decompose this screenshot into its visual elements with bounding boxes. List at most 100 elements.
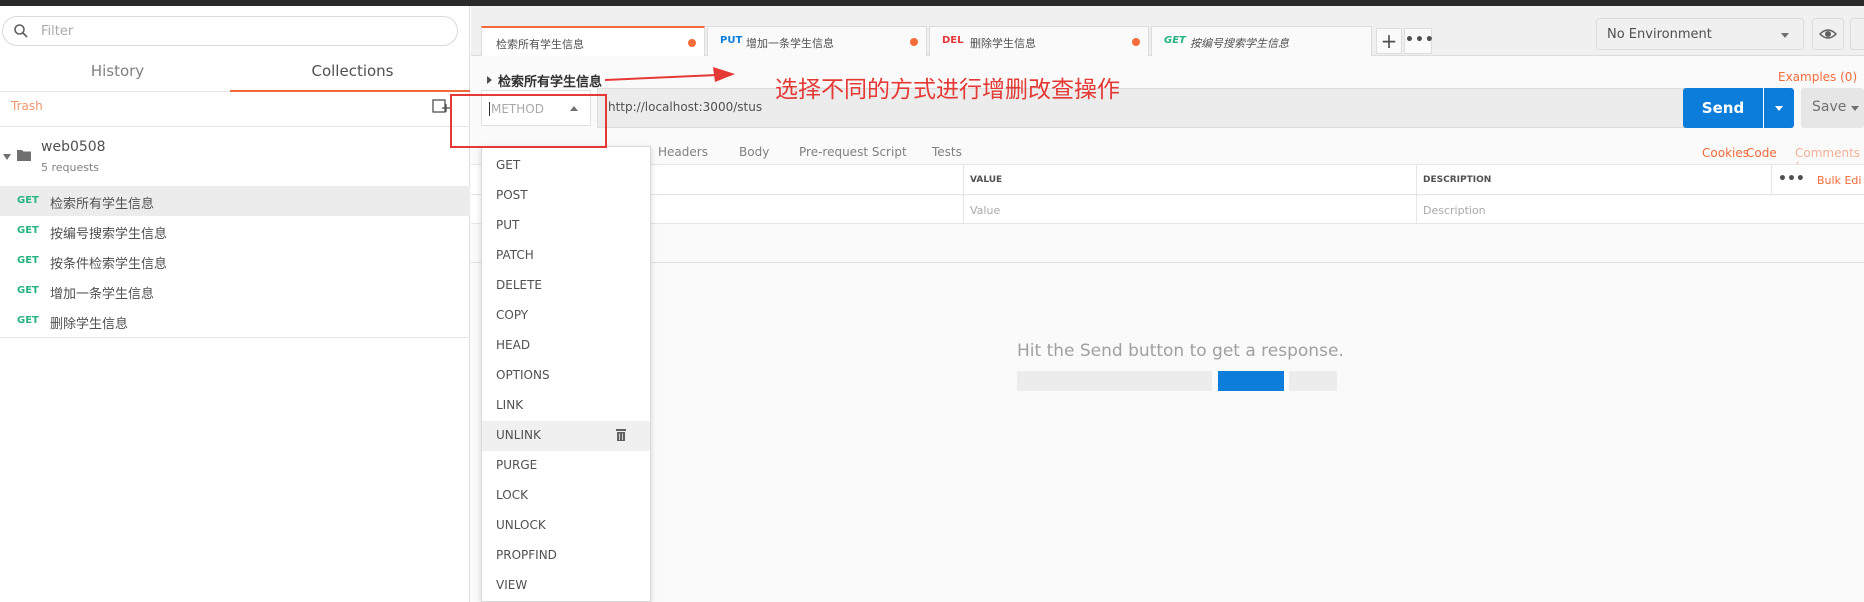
option-label: LOCK: [496, 488, 528, 502]
expand-caret-icon[interactable]: [487, 76, 492, 84]
method-option-link[interactable]: LINK: [482, 391, 650, 421]
trash-icon[interactable]: [616, 429, 626, 441]
tab-method: PUT: [720, 35, 743, 46]
bulk-edit-link[interactable]: Bulk Edi: [1817, 174, 1861, 187]
method-option-options[interactable]: OPTIONS: [482, 361, 650, 391]
request-tab[interactable]: PUT 增加一条学生信息: [707, 26, 927, 56]
method-option-post[interactable]: POST: [482, 181, 650, 211]
tab-method: DEL: [942, 35, 964, 46]
request-name: 按编号搜索学生信息: [50, 227, 168, 242]
trash-link[interactable]: Trash: [11, 99, 43, 113]
request-method: GET: [17, 315, 39, 326]
filter-placeholder: Filter: [41, 24, 74, 39]
tab-pre-request-script[interactable]: Pre-request Script: [799, 145, 907, 159]
folder-icon: [17, 150, 31, 161]
tab-body[interactable]: Body: [739, 145, 769, 159]
option-label: PURGE: [496, 458, 538, 472]
chevron-down-icon: [1775, 106, 1783, 111]
option-label: VIEW: [496, 578, 528, 592]
method-option-unlock[interactable]: UNLOCK: [482, 511, 650, 541]
collection-request-count: 5 requests: [41, 161, 100, 174]
tab-history[interactable]: History: [0, 52, 235, 92]
option-label: COPY: [496, 308, 529, 322]
collapse-caret-icon[interactable]: [3, 154, 11, 160]
method-option-head[interactable]: HEAD: [482, 331, 650, 361]
method-option-delete[interactable]: DELETE: [482, 271, 650, 301]
annotation-highlight-box: [450, 94, 607, 148]
option-label: PATCH: [496, 248, 534, 262]
collection-name[interactable]: web0508: [41, 139, 106, 155]
examples-link[interactable]: Examples (0): [1778, 70, 1857, 84]
filter-input[interactable]: Filter: [2, 16, 458, 46]
option-label: OPTIONS: [496, 368, 550, 382]
request-method: GET: [17, 255, 39, 266]
response-hint: Hit the Send button to get a response.: [1017, 341, 1344, 361]
divider: [0, 337, 470, 338]
list-item[interactable]: GET 增加一条学生信息: [0, 276, 470, 306]
request-name: 检索所有学生信息: [50, 197, 155, 212]
tab-collections[interactable]: Collections: [235, 52, 470, 92]
list-item[interactable]: GET 按条件检索学生信息: [0, 246, 470, 276]
tab-tests[interactable]: Tests: [932, 145, 962, 159]
value-input[interactable]: Value: [970, 204, 1000, 217]
tab-headers[interactable]: Headers: [658, 145, 708, 159]
option-label: DELETE: [496, 278, 543, 292]
unsaved-dot: [1132, 38, 1140, 46]
annotation-arrow-icon: [605, 67, 735, 82]
divider: [963, 165, 964, 224]
divider: [1416, 165, 1417, 224]
environment-quicklook-button[interactable]: [1812, 18, 1844, 50]
method-option-copy[interactable]: COPY: [482, 301, 650, 331]
method-option-view[interactable]: VIEW: [482, 571, 650, 601]
table-row: Value Description: [471, 196, 1864, 224]
list-item[interactable]: GET 删除学生信息: [0, 306, 470, 336]
save-label: Save: [1812, 99, 1847, 115]
send-options-button[interactable]: [1764, 88, 1794, 128]
code-link[interactable]: Code: [1746, 146, 1777, 160]
chevron-down-icon: [1851, 106, 1859, 111]
request-method: GET: [17, 195, 39, 206]
description-input[interactable]: Description: [1423, 204, 1486, 217]
request-method: GET: [17, 225, 39, 236]
method-dropdown: GET POST PUT PATCH DELETE COPY HEAD OPTI…: [481, 146, 651, 602]
placeholder-bar: [1017, 371, 1212, 391]
save-button[interactable]: Save: [1801, 88, 1864, 128]
request-tab[interactable]: GET 按编号搜索学生信息: [1151, 26, 1372, 56]
new-collection-icon[interactable]: [432, 98, 450, 114]
method-option-patch[interactable]: PATCH: [482, 241, 650, 271]
unsaved-dot: [910, 38, 918, 46]
active-tab-underline: [230, 90, 470, 92]
method-option-propfind[interactable]: PROPFIND: [482, 541, 650, 571]
more-options-icon[interactable]: •••: [1778, 171, 1805, 187]
method-option-lock[interactable]: LOCK: [482, 481, 650, 511]
list-item[interactable]: GET 按编号搜索学生信息: [0, 216, 470, 246]
cookies-link[interactable]: Cookies: [1702, 146, 1749, 160]
chevron-down-icon: [1781, 33, 1789, 38]
url-value: http://localhost:3000/stus: [608, 100, 763, 114]
send-button[interactable]: Send: [1683, 88, 1763, 128]
params-table-header: VALUE DESCRIPTION ••• Bulk Edi: [471, 165, 1864, 195]
more-tabs-button[interactable]: •••: [1404, 28, 1434, 54]
environment-select[interactable]: No Environment: [1596, 18, 1804, 50]
option-label: PUT: [496, 218, 520, 232]
column-header-description: DESCRIPTION: [1423, 175, 1492, 185]
url-input[interactable]: http://localhost:3000/stus: [597, 88, 1743, 128]
request-tab[interactable]: 检索所有学生信息: [481, 26, 705, 56]
request-title[interactable]: 检索所有学生信息: [498, 71, 602, 90]
sidebar: Filter History Collections Trash web0508…: [0, 6, 470, 602]
method-option-get[interactable]: GET: [482, 151, 650, 181]
option-label: POST: [496, 188, 528, 202]
request-name: 增加一条学生信息: [50, 287, 155, 302]
method-option-unlink[interactable]: UNLINK: [482, 421, 650, 451]
list-item[interactable]: GET 检索所有学生信息: [0, 186, 470, 216]
request-tab[interactable]: DEL 删除学生信息: [929, 26, 1149, 56]
new-tab-button[interactable]: +: [1376, 28, 1402, 54]
annotation-text: 选择不同的方式进行增删改查操作: [775, 77, 1120, 103]
method-option-put[interactable]: PUT: [482, 211, 650, 241]
tab-name: 按编号搜索学生信息: [1190, 37, 1289, 50]
request-tabs-bar: 检索所有学生信息 PUT 增加一条学生信息 DEL 删除学生信息 GET 按编号…: [471, 6, 1864, 56]
manage-environments-button[interactable]: [1850, 18, 1864, 50]
main-panel: 检索所有学生信息 PUT 增加一条学生信息 DEL 删除学生信息 GET 按编号…: [471, 6, 1864, 602]
method-option-purge[interactable]: PURGE: [482, 451, 650, 481]
tab-method: GET: [1164, 35, 1186, 46]
